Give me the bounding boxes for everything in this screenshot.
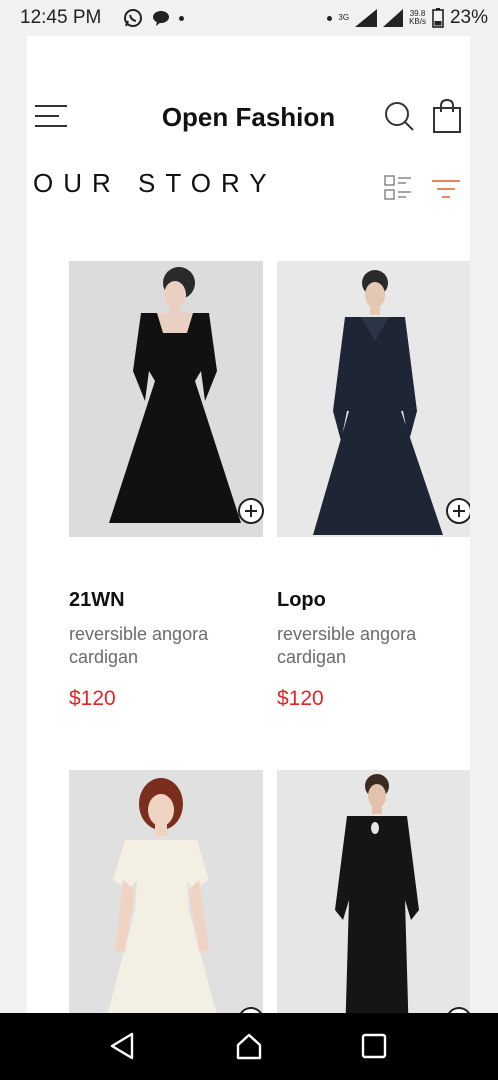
cream-dress-photo[interactable] xyxy=(69,770,263,1013)
add-icon[interactable] xyxy=(237,1006,265,1013)
battery-icon xyxy=(432,8,444,28)
notification-dot-icon xyxy=(327,15,333,21)
product-price: $120 xyxy=(69,687,116,710)
chat-icon xyxy=(153,11,170,26)
product-name: Lopo xyxy=(277,589,326,611)
add-icon[interactable] xyxy=(237,497,265,525)
header: Open Fashion xyxy=(27,92,470,142)
product-price: $120 xyxy=(277,687,324,710)
back-icon[interactable] xyxy=(108,1031,138,1061)
add-icon[interactable] xyxy=(445,1006,470,1013)
app-screen: Open Fashion OUR STORY 21WN reversible a… xyxy=(27,36,470,1013)
dot-icon xyxy=(179,15,185,21)
status-time: 12:45 PM xyxy=(20,7,102,28)
product-description: reversible angora cardigan xyxy=(277,624,417,667)
list-view-icon[interactable] xyxy=(384,174,412,202)
navy-dress-photo[interactable] xyxy=(277,261,470,537)
whatsapp-icon xyxy=(124,9,143,27)
black-keyhole-dress-photo[interactable] xyxy=(277,770,470,1013)
add-icon[interactable] xyxy=(445,497,470,525)
status-bar: 12:45 PM 3G 39.8 KB/s 23% xyxy=(0,0,498,36)
status-right: 3G 39.8 KB/s 23% xyxy=(327,7,488,29)
home-icon[interactable] xyxy=(234,1031,264,1061)
network-speed: 39.8 KB/s xyxy=(409,10,426,26)
bag-icon[interactable] xyxy=(431,98,463,134)
signal-icon xyxy=(355,9,378,27)
section-title: OUR STORY xyxy=(33,168,277,198)
product-description: reversible angora cardigan xyxy=(69,624,209,667)
black-dress-photo[interactable] xyxy=(69,261,263,537)
status-left: 12:45 PM xyxy=(20,7,185,29)
system-navigation-bar xyxy=(0,1013,498,1080)
battery-percentage: 23% xyxy=(449,7,488,28)
product-name: 21WN xyxy=(69,589,125,611)
filter-icon[interactable] xyxy=(432,178,460,200)
speed-unit: KB/s xyxy=(409,17,426,26)
network-type: 3G xyxy=(338,13,350,22)
signal-icon-2 xyxy=(383,9,404,27)
search-icon[interactable] xyxy=(383,100,415,132)
recents-icon[interactable] xyxy=(359,1031,389,1061)
